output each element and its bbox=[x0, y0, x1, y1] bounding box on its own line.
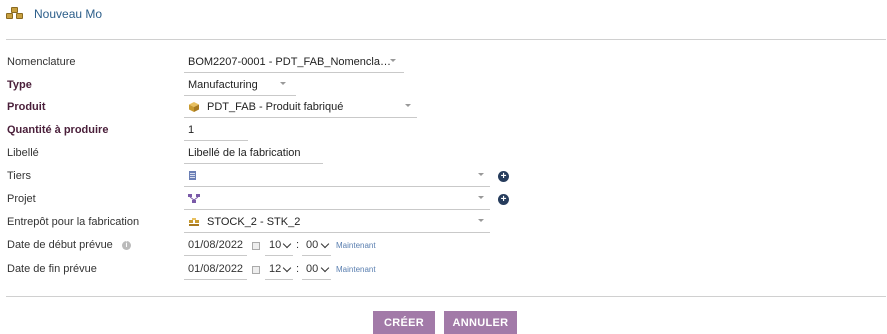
entrepot-select[interactable]: STOCK_2 - STK_2 bbox=[184, 213, 490, 233]
row-projet: Projet + bbox=[7, 190, 877, 210]
now-link[interactable]: Maintenant bbox=[336, 241, 376, 250]
row-tiers: Tiers + bbox=[7, 167, 877, 187]
nomenclature-value: BOM2207-0001 - PDT_FAB_Nomencla… bbox=[188, 56, 391, 68]
row-entrepot: Entrepôt pour la fabrication STOCK_2 - S… bbox=[7, 213, 877, 233]
hour-debut-select[interactable]: 10 bbox=[265, 236, 293, 256]
chevron-down-icon bbox=[320, 239, 330, 249]
boxes-icon bbox=[6, 7, 24, 21]
tiers-select[interactable] bbox=[184, 167, 490, 187]
minute-fin-select[interactable]: 00 bbox=[302, 260, 331, 280]
dropdown-arrow-icon bbox=[478, 219, 484, 222]
minute-debut-value: 00 bbox=[306, 239, 319, 251]
date-fin-label: Date de fin prévue bbox=[7, 263, 97, 275]
produit-select[interactable]: PDT_FAB - Produit fabriqué bbox=[184, 98, 417, 118]
libelle-input[interactable]: Libellé de la fabrication bbox=[184, 144, 323, 164]
dropdown-arrow-icon bbox=[390, 59, 396, 62]
page-title: Nouveau Mo bbox=[34, 7, 103, 21]
date-debut-label: Date de début prévue bbox=[7, 239, 113, 251]
type-select[interactable]: Manufacturing bbox=[184, 76, 296, 96]
row-date-fin: Date de fin prévue 01/08/2022 12 : 00 Ma… bbox=[7, 260, 877, 280]
date-debut-input[interactable]: 01/08/2022 bbox=[184, 236, 247, 256]
minute-debut-select[interactable]: 00 bbox=[302, 236, 331, 256]
type-value: Manufacturing bbox=[188, 79, 258, 91]
tiers-label: Tiers bbox=[7, 170, 32, 182]
minute-fin-value: 00 bbox=[306, 263, 319, 275]
row-nomenclature: Nomenclature BOM2207-0001 - PDT_FAB_Nome… bbox=[7, 53, 877, 73]
cube-icon bbox=[189, 102, 199, 112]
chevron-down-icon bbox=[282, 239, 292, 249]
hour-debut-value: 10 bbox=[269, 239, 282, 251]
libelle-value: Libellé de la fabrication bbox=[188, 147, 301, 159]
cancel-button[interactable]: ANNULER bbox=[444, 311, 517, 334]
calendar-icon[interactable] bbox=[252, 242, 260, 250]
date-fin-value: 01/08/2022 bbox=[188, 263, 244, 275]
projet-label: Projet bbox=[7, 193, 36, 205]
nomenclature-label: Nomenclature bbox=[7, 56, 76, 68]
project-icon bbox=[188, 194, 200, 203]
top-divider bbox=[6, 39, 886, 40]
hour-fin-select[interactable]: 12 bbox=[265, 260, 293, 280]
date-fin-input[interactable]: 01/08/2022 bbox=[184, 260, 247, 280]
create-button[interactable]: CRÉER bbox=[373, 311, 435, 334]
projet-select[interactable] bbox=[184, 190, 490, 210]
info-icon[interactable]: i bbox=[122, 241, 131, 250]
row-produit: Produit PDT_FAB - Produit fabriqué bbox=[7, 98, 877, 118]
dropdown-arrow-icon bbox=[280, 82, 286, 85]
hour-fin-value: 12 bbox=[269, 263, 282, 275]
quantite-input[interactable]: 1 bbox=[184, 121, 248, 141]
bottom-divider bbox=[6, 296, 886, 297]
add-projet-icon[interactable]: + bbox=[498, 194, 509, 205]
add-tiers-icon[interactable]: + bbox=[498, 171, 509, 182]
warehouse-icon bbox=[189, 218, 199, 226]
page-header: Nouveau Mo bbox=[6, 6, 102, 22]
date-debut-value: 01/08/2022 bbox=[188, 239, 244, 251]
dropdown-arrow-icon bbox=[405, 104, 411, 107]
dropdown-arrow-icon bbox=[478, 173, 484, 176]
time-separator: : bbox=[296, 263, 300, 275]
time-separator: : bbox=[296, 239, 300, 251]
row-quantite: Quantité à produire 1 bbox=[7, 121, 877, 141]
row-libelle: Libellé Libellé de la fabrication bbox=[7, 144, 877, 164]
type-label: Type bbox=[7, 79, 32, 91]
entrepot-value: STOCK_2 - STK_2 bbox=[207, 216, 301, 228]
produit-label: Produit bbox=[7, 101, 46, 113]
dropdown-arrow-icon bbox=[478, 196, 484, 199]
now-link[interactable]: Maintenant bbox=[336, 265, 376, 274]
building-icon bbox=[189, 171, 196, 180]
row-date-debut: Date de début prévue i 01/08/2022 10 : 0… bbox=[7, 236, 877, 256]
chevron-down-icon bbox=[320, 263, 330, 273]
libelle-label: Libellé bbox=[7, 147, 39, 159]
nomenclature-select[interactable]: BOM2207-0001 - PDT_FAB_Nomencla… bbox=[184, 53, 404, 73]
produit-value: PDT_FAB - Produit fabriqué bbox=[207, 101, 344, 113]
quantite-label: Quantité à produire bbox=[7, 124, 109, 136]
quantite-value: 1 bbox=[188, 124, 195, 136]
row-type: Type Manufacturing bbox=[7, 76, 877, 96]
calendar-icon[interactable] bbox=[252, 266, 260, 274]
entrepot-label: Entrepôt pour la fabrication bbox=[7, 216, 140, 228]
chevron-down-icon bbox=[282, 263, 292, 273]
